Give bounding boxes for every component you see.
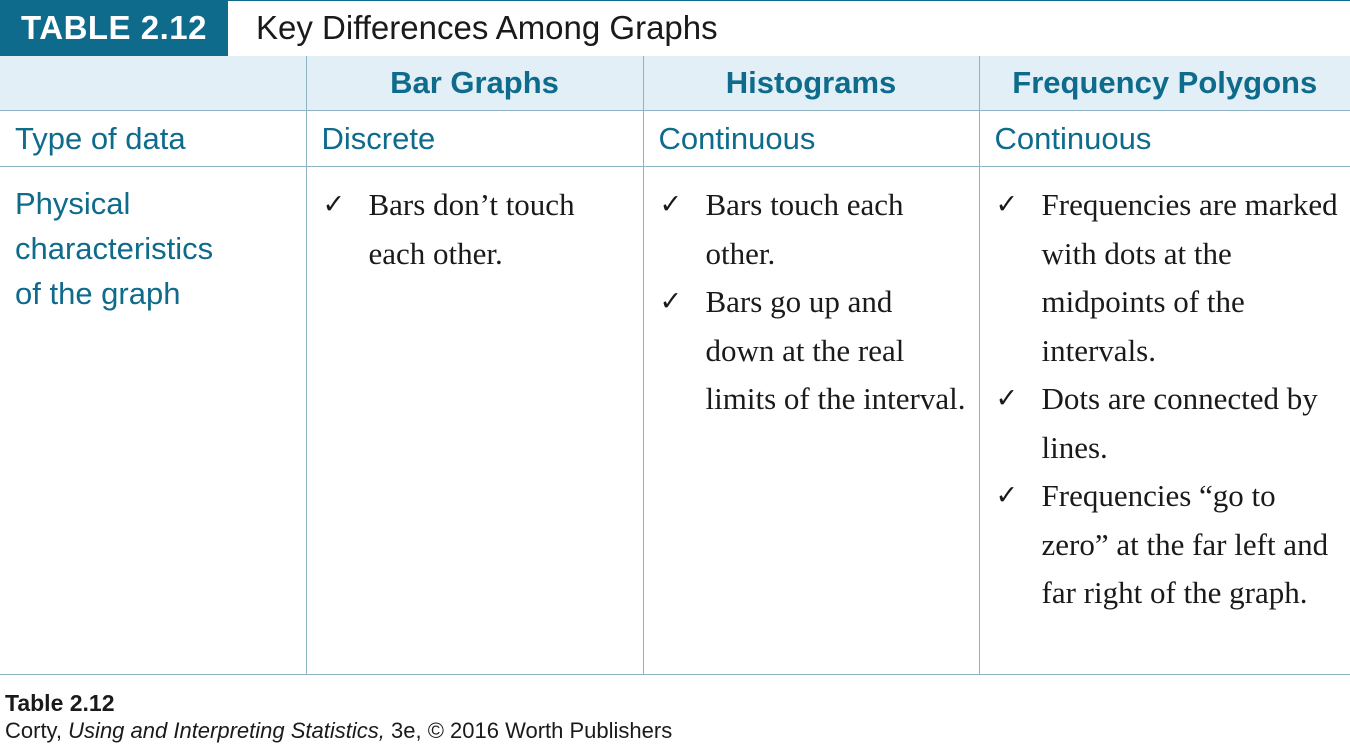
row-label-physical: Physical characteristics of the graph xyxy=(0,166,306,675)
table-title: Key Differences Among Graphs xyxy=(256,9,718,46)
list-item: ✓ Frequencies “go to zero” at the far lef… xyxy=(996,472,1341,618)
caption-author: Corty, xyxy=(5,718,63,743)
cell-frequency-polygons-type: Continuous xyxy=(978,110,1350,167)
list-item: ✓ Bars touch each other. xyxy=(660,181,969,278)
caption-title: Table 2.12 xyxy=(5,690,115,716)
cell-bar-graphs-type: Discrete xyxy=(305,110,643,167)
table-number: TABLE 2.12 xyxy=(0,0,228,56)
table-row: Type of data Discrete Continuous Continu… xyxy=(0,110,1350,167)
check-list: ✓ Frequencies are marked with dots at the… xyxy=(980,181,1350,618)
list-item-text: Bars touch each other. xyxy=(705,187,904,271)
list-item-text: Bars don’t touch each other. xyxy=(368,187,575,271)
caption-book: Using and Interpreting Statistics, xyxy=(68,718,385,743)
check-mark-icon: ✓ xyxy=(995,480,1019,511)
list-item-text: Bars go up and down at the real limits o… xyxy=(705,284,966,416)
check-mark-icon: ✓ xyxy=(995,189,1019,220)
caption-credit: Corty, Using and Interpreting Statistics… xyxy=(5,717,672,744)
row-label-type-of-data: Type of data xyxy=(0,110,306,167)
figure-caption: Table 2.12 Corty, Using and Interpreting… xyxy=(5,690,672,744)
check-list: ✓ Bars touch each other. ✓ Bars go up and d… xyxy=(644,181,979,424)
list-item-text: Frequencies are marked with dots at the … xyxy=(1041,187,1338,368)
table-title-bar: TABLE 2.12 Key Differences Among Graphs xyxy=(0,0,1350,56)
cell-histograms-physical: ✓ Bars touch each other. ✓ Bars go up and d… xyxy=(642,166,979,675)
check-mark-icon: ✓ xyxy=(322,189,346,220)
header-empty xyxy=(0,56,306,111)
check-mark-icon: ✓ xyxy=(659,286,683,317)
list-item: ✓ Frequencies are marked with dots at the… xyxy=(996,181,1341,375)
list-item: ✓ Bars don’t touch each other. xyxy=(323,181,633,278)
check-list: ✓ Bars don’t touch each other. xyxy=(307,181,643,278)
physical-label-text: Physical characteristics of the graph xyxy=(15,186,214,311)
header-row: Bar Graphs Histograms Frequency Polygons xyxy=(0,56,1350,111)
cell-bar-graphs-physical: ✓ Bars don’t touch each other. xyxy=(305,166,643,675)
header-histograms: Histograms xyxy=(642,56,979,111)
check-mark-icon: ✓ xyxy=(995,383,1019,414)
table-row: Physical characteristics of the graph ✓ B… xyxy=(0,166,1350,675)
check-mark-icon: ✓ xyxy=(659,189,683,220)
caption-rest: 3e, © 2016 Worth Publishers xyxy=(391,718,673,743)
header-frequency-polygons: Frequency Polygons xyxy=(978,56,1350,111)
list-item-text: Frequencies “go to zero” at the far left… xyxy=(1041,478,1329,610)
cell-frequency-polygons-physical: ✓ Frequencies are marked with dots at the… xyxy=(978,166,1350,675)
list-item: ✓ Bars go up and down at the real limits … xyxy=(660,278,969,424)
cell-histograms-type: Continuous xyxy=(642,110,979,167)
list-item: ✓ Dots are connected by lines. xyxy=(996,375,1341,472)
header-bar-graphs: Bar Graphs xyxy=(305,56,643,111)
comparison-table: Bar Graphs Histograms Frequency Polygons… xyxy=(0,56,1350,675)
list-item-text: Dots are connected by lines. xyxy=(1041,381,1318,465)
